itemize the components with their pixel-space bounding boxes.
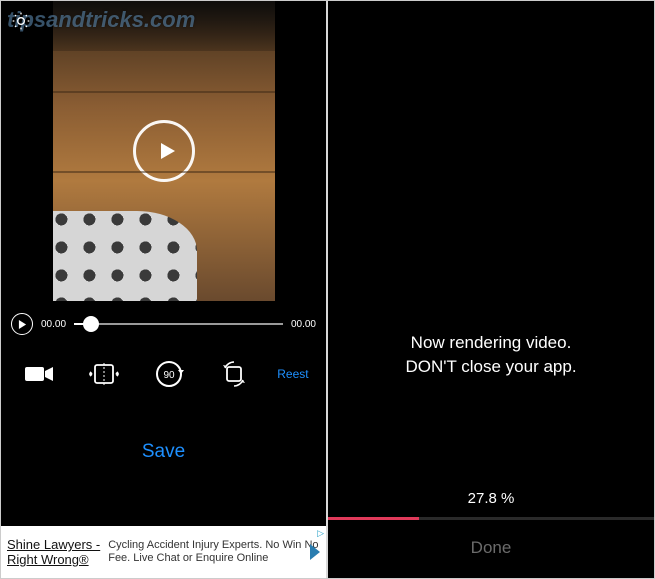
video-editor-pane: tipsandtricks.com 00.00 <box>1 1 328 578</box>
reset-button[interactable]: Reest <box>277 367 308 381</box>
adchoices-badge[interactable]: ▷ <box>317 528 324 539</box>
rendering-line2: DON'T close your app. <box>348 355 634 380</box>
play-button[interactable] <box>133 120 195 182</box>
gear-icon <box>11 11 31 31</box>
flip-button[interactable] <box>83 357 125 391</box>
tool-row: 90 Reest <box>1 351 326 397</box>
progress-bar-fill <box>328 517 419 520</box>
scrubber-thumb[interactable] <box>83 316 99 332</box>
preview-foreground <box>53 211 197 301</box>
ad-arrow-icon <box>310 544 320 560</box>
progress-percent-label: 27.8 % <box>328 490 654 507</box>
play-icon <box>154 139 178 163</box>
rotate-90-button[interactable]: 90 <box>148 357 190 391</box>
ad-title: Shine Lawyers - <box>7 537 100 552</box>
ad-title-block: Shine Lawyers - Right Wrong® <box>7 537 100 567</box>
save-button[interactable]: Save <box>1 441 326 463</box>
done-button: Done <box>328 520 654 578</box>
total-time: 00.00 <box>291 319 316 330</box>
rendering-line1: Now rendering video. <box>348 331 634 356</box>
preview-shadow <box>53 1 275 51</box>
video-preview[interactable] <box>53 1 275 301</box>
app-container: tipsandtricks.com 00.00 <box>0 0 655 579</box>
scrubber-track[interactable] <box>74 323 283 325</box>
progress-bar <box>328 517 654 520</box>
rendering-pane: Now rendering video. DON'T close your ap… <box>328 1 654 578</box>
rotate-90-icon: 90 <box>152 359 186 389</box>
svg-text:90: 90 <box>163 370 175 381</box>
adchoices-icon: ▷ <box>317 528 324 539</box>
rendering-message: Now rendering video. DON'T close your ap… <box>328 331 654 380</box>
ad-banner[interactable]: Shine Lawyers - Right Wrong® Cycling Acc… <box>1 526 326 578</box>
rotate-mirror-icon <box>219 360 249 388</box>
flip-horizontal-icon <box>89 361 119 387</box>
ad-body-line2: Fee. Live Chat or Enquire Online <box>108 552 318 565</box>
ad-body-line1: Cycling Accident Injury Experts. No Win … <box>108 539 318 552</box>
play-icon <box>18 320 27 329</box>
camera-icon <box>24 364 54 384</box>
ad-body: Cycling Accident Injury Experts. No Win … <box>108 539 318 564</box>
camera-button[interactable] <box>18 357 60 391</box>
current-time: 00.00 <box>41 319 66 330</box>
mini-play-button[interactable] <box>11 313 33 335</box>
settings-button[interactable] <box>11 11 31 31</box>
ad-subtitle: Right Wrong® <box>7 552 100 567</box>
rotate-mirror-button[interactable] <box>213 357 255 391</box>
scrubber-row: 00.00 00.00 <box>1 313 326 335</box>
